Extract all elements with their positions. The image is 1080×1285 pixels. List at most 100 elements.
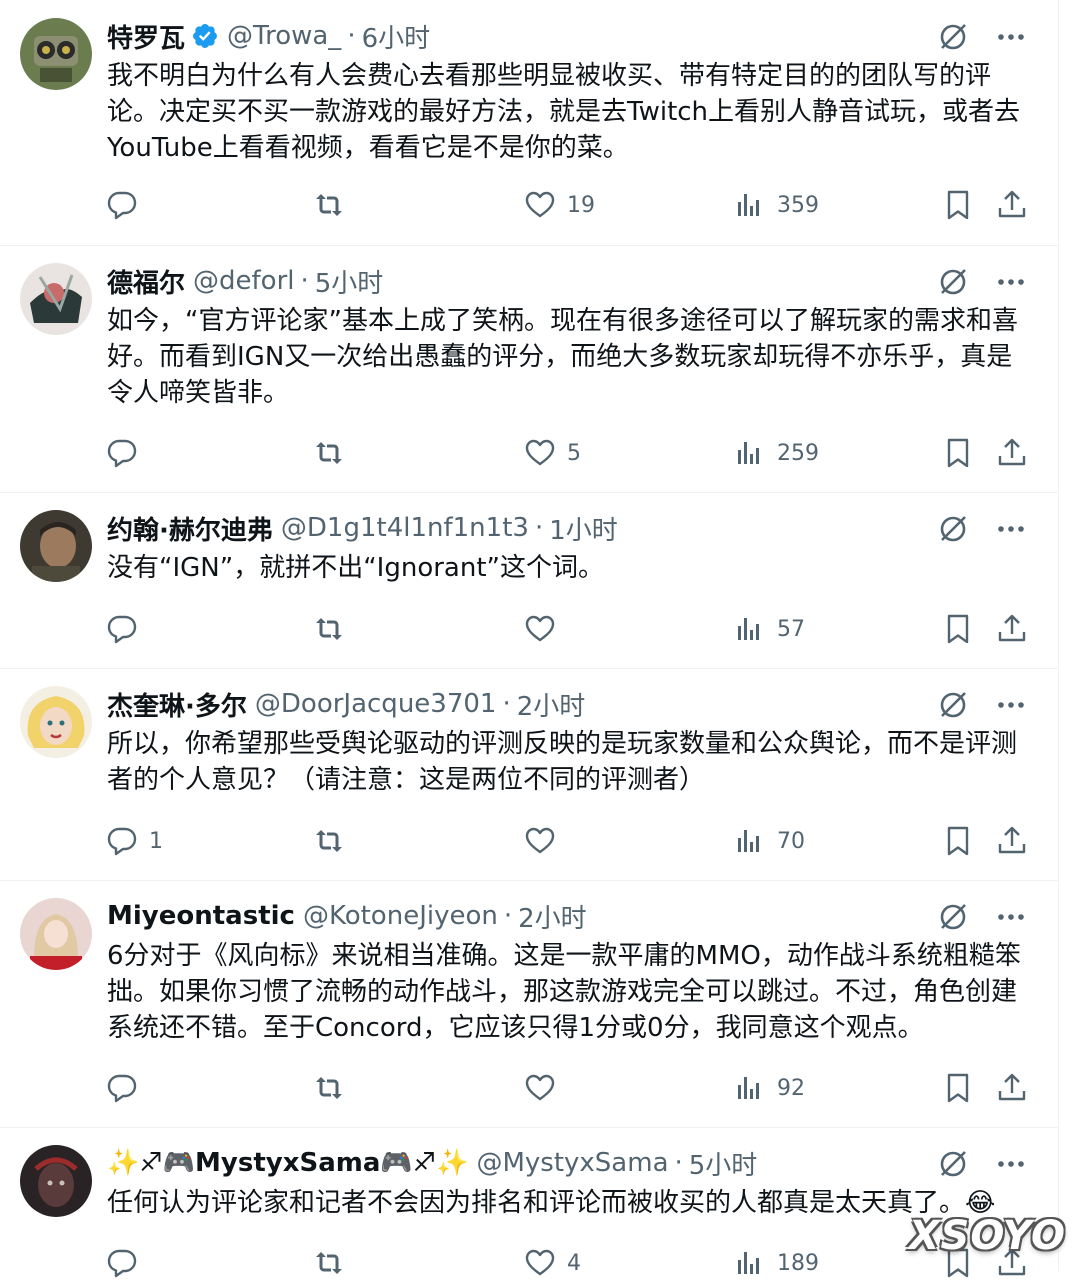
heart-icon <box>525 615 555 642</box>
user-handle[interactable]: @Trowa_ <box>227 21 341 51</box>
views-button[interactable]: 92 <box>733 1066 805 1110</box>
grok-icon[interactable] <box>936 688 970 722</box>
timestamp[interactable]: 2小时 <box>517 686 586 723</box>
watermark-logo: XSOYO <box>908 1213 1066 1259</box>
reply-button[interactable] <box>105 431 149 475</box>
share-button[interactable] <box>995 431 1029 475</box>
views-button[interactable]: 259 <box>733 431 819 475</box>
reply-button[interactable]: 1 <box>105 819 163 863</box>
display-name[interactable]: 杰奎琳·多尔 <box>107 686 247 723</box>
avatar[interactable] <box>20 263 92 335</box>
tweet[interactable]: Miyeontastic @KotoneJiyeon · 2小时 6分对于《风向… <box>0 880 1058 1128</box>
bookmark-icon <box>947 614 969 644</box>
action-bar: 1 70 <box>105 819 1030 863</box>
more-icon[interactable] <box>994 688 1028 722</box>
analytics-icon <box>738 442 759 464</box>
user-handle[interactable]: @D1g1t4l1nf1n1t3 <box>281 513 529 543</box>
more-icon[interactable] <box>994 265 1028 299</box>
bookmark-icon <box>947 1073 969 1103</box>
more-icon[interactable] <box>994 512 1028 546</box>
grok-icon[interactable] <box>936 512 970 546</box>
grok-icon[interactable] <box>936 265 970 299</box>
user-handle[interactable]: @DoorJacque3701 <box>255 689 497 719</box>
retweet-button[interactable] <box>312 819 356 863</box>
avatar[interactable] <box>20 18 92 90</box>
reply-button[interactable] <box>105 1241 149 1285</box>
more-icon[interactable] <box>994 900 1028 934</box>
reply-button[interactable] <box>105 1066 149 1110</box>
more-icon[interactable] <box>994 20 1028 54</box>
share-icon <box>998 614 1026 642</box>
tweet[interactable]: 特罗瓦 @Trowa_ · 6小时 我不明白为什么有人会费心去看那些明显被收买、… <box>0 0 1058 246</box>
heart-icon <box>525 439 555 466</box>
display-name[interactable]: Miyeontastic <box>107 901 295 931</box>
tweet-header: 德福尔 @deforl · 5小时 <box>107 261 383 301</box>
user-handle[interactable]: @MystyxSama <box>476 1148 668 1178</box>
heart-icon <box>525 827 555 854</box>
retweet-icon <box>316 618 342 640</box>
bookmark-icon <box>947 438 969 468</box>
bookmark-button[interactable] <box>941 431 975 475</box>
timestamp[interactable]: 5小时 <box>315 263 384 300</box>
tweet[interactable]: 约翰·赫尔迪弗 @D1g1t4l1nf1n1t3 · 1小时 没有“IGN”，就… <box>0 492 1058 669</box>
bookmark-icon <box>947 826 969 856</box>
avatar[interactable] <box>20 686 92 758</box>
display-name[interactable]: ✨♐🎮MystyxSama🎮♐✨ <box>107 1148 468 1178</box>
user-handle[interactable]: @deforl <box>193 266 294 296</box>
retweet-button[interactable] <box>312 1066 356 1110</box>
timestamp[interactable]: 2小时 <box>518 898 587 935</box>
tweet-text: 6分对于《风向标》来说相当准确。这是一款平庸的MMO，动作战斗系统粗糙笨拙。如果… <box>107 941 1021 1043</box>
analytics-icon <box>738 1077 759 1099</box>
tweet-text: 如今，“官方评论家”基本上成了笑柄。现在有很多途径可以了解玩家的需求和喜好。而看… <box>107 306 1018 408</box>
reply-icon <box>107 1074 137 1103</box>
share-button[interactable] <box>995 183 1029 227</box>
tweet[interactable]: 德福尔 @deforl · 5小时 如今，“官方评论家”基本上成了笑柄。现在有很… <box>0 245 1058 493</box>
more-icon[interactable] <box>994 1147 1028 1181</box>
retweet-button[interactable] <box>312 431 356 475</box>
retweet-button[interactable] <box>312 183 356 227</box>
timestamp[interactable]: 5小时 <box>689 1145 758 1182</box>
tweet[interactable]: 杰奎琳·多尔 @DoorJacque3701 · 2小时 所以，你希望那些受舆论… <box>0 668 1058 881</box>
reply-button[interactable] <box>105 183 149 227</box>
retweet-icon <box>316 442 342 464</box>
avatar[interactable] <box>20 898 92 970</box>
bookmark-button[interactable] <box>941 607 975 651</box>
display-name[interactable]: 德福尔 <box>107 263 185 300</box>
like-button[interactable]: 19 <box>523 183 595 227</box>
reply-icon <box>107 191 137 220</box>
timestamp[interactable]: 6小时 <box>362 18 431 55</box>
user-handle[interactable]: @KotoneJiyeon <box>303 901 498 931</box>
like-button[interactable] <box>523 1066 567 1110</box>
bookmark-button[interactable] <box>941 819 975 863</box>
avatar[interactable] <box>20 510 92 582</box>
display-name[interactable]: 特罗瓦 <box>107 18 185 55</box>
avatar[interactable] <box>20 1145 92 1217</box>
grok-icon[interactable] <box>936 1147 970 1181</box>
views-button[interactable]: 189 <box>733 1241 819 1285</box>
share-button[interactable] <box>995 819 1029 863</box>
views-button[interactable]: 70 <box>733 819 805 863</box>
grok-icon[interactable] <box>936 900 970 934</box>
bookmark-button[interactable] <box>941 1066 975 1110</box>
heart-icon <box>525 1249 555 1276</box>
display-name[interactable]: 约翰·赫尔迪弗 <box>107 510 273 547</box>
retweet-button[interactable] <box>312 1241 356 1285</box>
timestamp[interactable]: 1小时 <box>549 510 618 547</box>
share-button[interactable] <box>995 607 1029 651</box>
views-button[interactable]: 57 <box>733 607 805 651</box>
bookmark-button[interactable] <box>941 183 975 227</box>
analytics-icon <box>738 1252 759 1274</box>
views-button[interactable]: 359 <box>733 183 819 227</box>
reply-button[interactable] <box>105 607 149 651</box>
like-button[interactable]: 5 <box>523 431 581 475</box>
share-button[interactable] <box>995 1066 1029 1110</box>
tweet-header: 约翰·赫尔迪弗 @D1g1t4l1nf1n1t3 · 1小时 <box>107 508 618 548</box>
share-icon <box>998 190 1026 218</box>
like-button[interactable] <box>523 607 567 651</box>
retweet-button[interactable] <box>312 607 356 651</box>
grok-icon[interactable] <box>936 20 970 54</box>
tweet[interactable]: ✨♐🎮MystyxSama🎮♐✨ @MystyxSama · 5小时 任何认为评… <box>0 1127 1058 1278</box>
heart-icon <box>525 1074 555 1101</box>
like-button[interactable]: 4 <box>523 1241 581 1285</box>
like-button[interactable] <box>523 819 567 863</box>
